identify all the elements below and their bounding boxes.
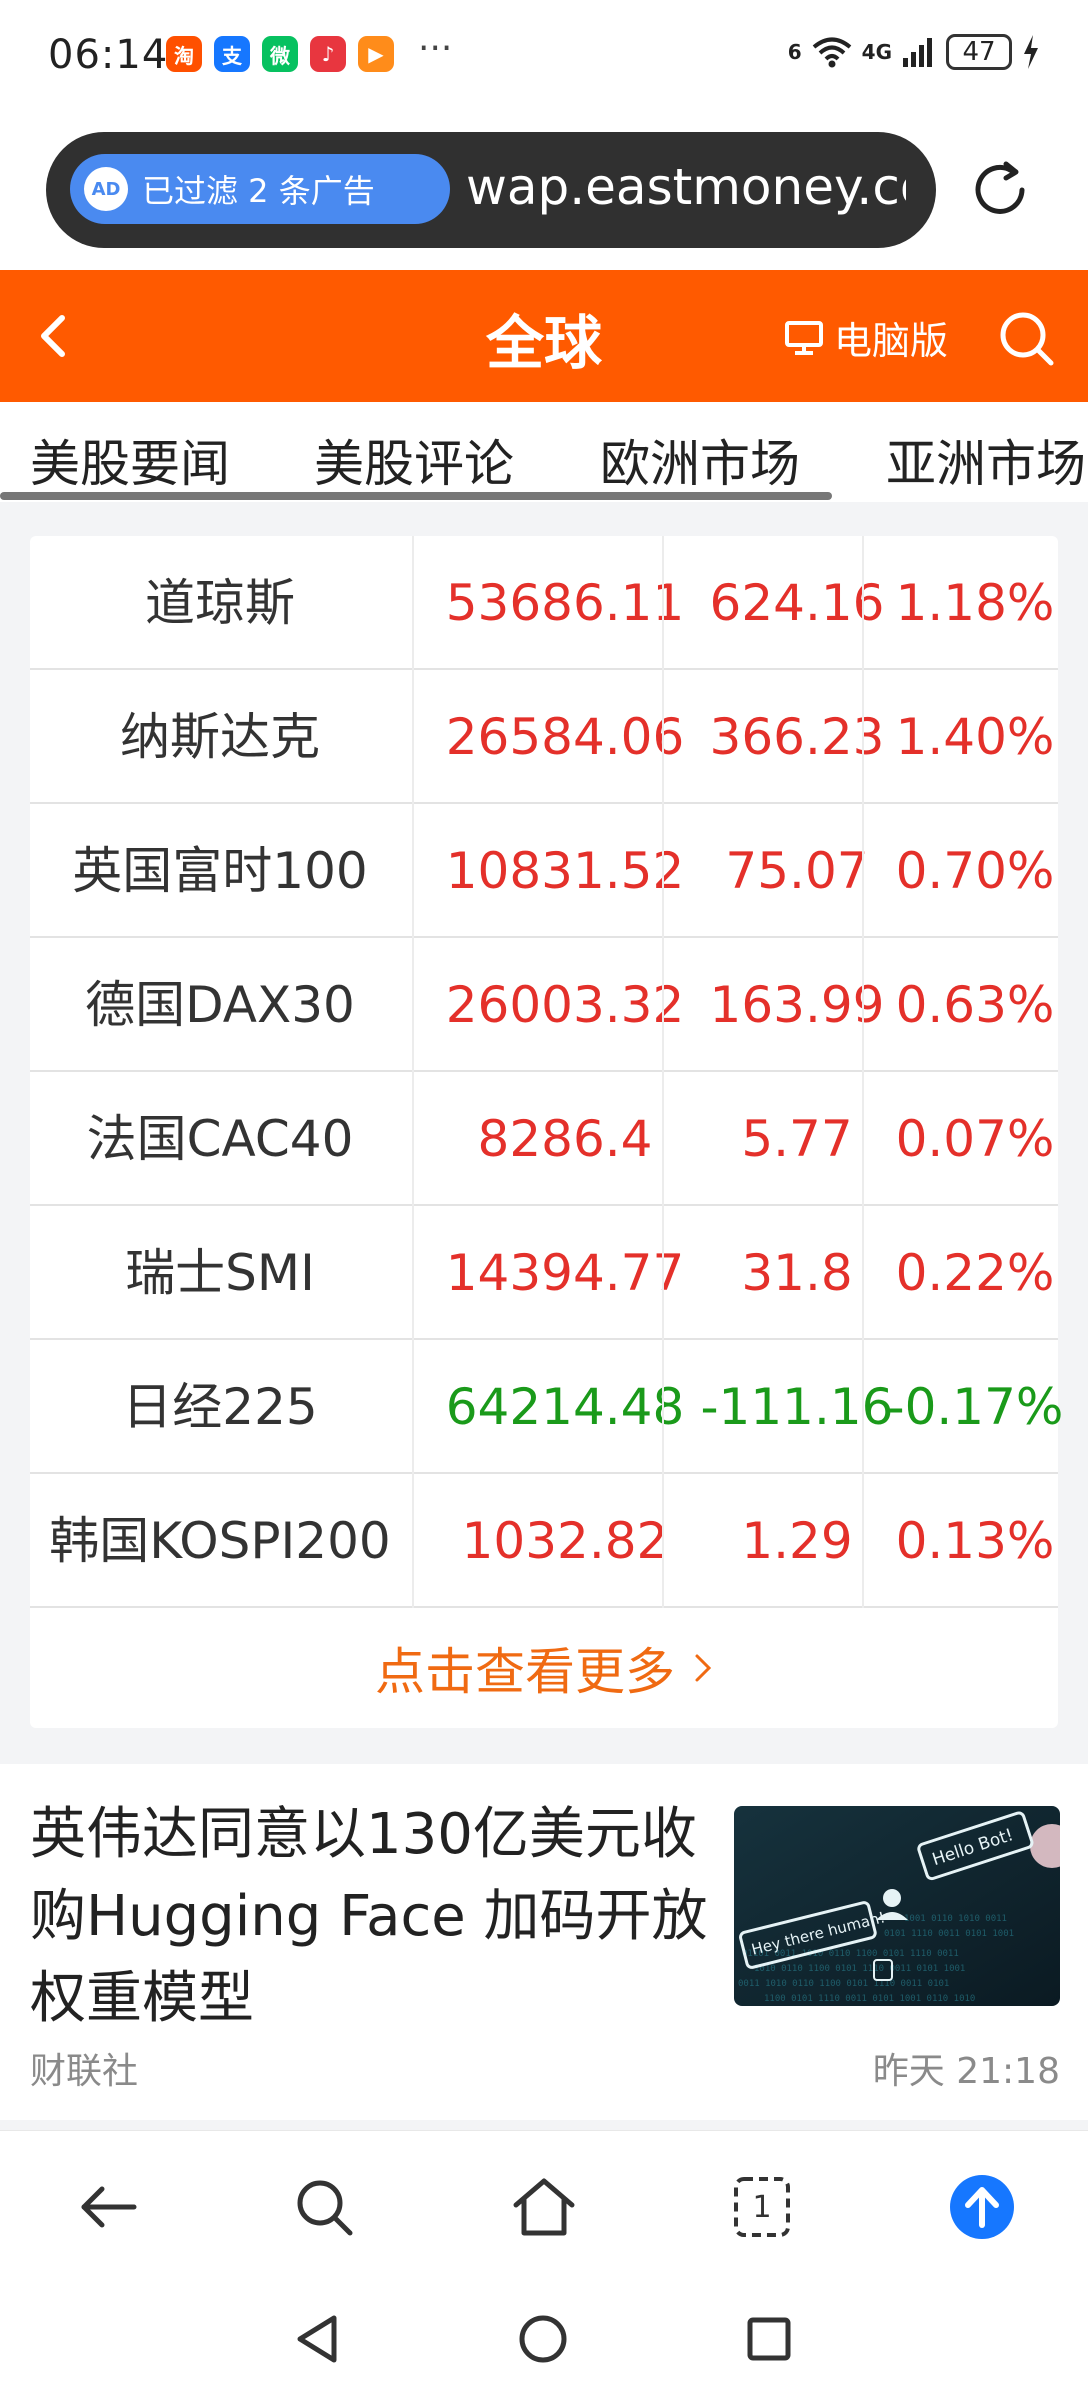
url-text[interactable]: wap.eastmoney.com/: [466, 158, 906, 216]
tab-asia-market[interactable]: 亚洲市场: [886, 424, 1086, 496]
view-more-label: 点击查看更多: [375, 1643, 675, 1701]
ad-block-icon: AD: [84, 167, 128, 211]
arrow-left-icon: [81, 2186, 137, 2228]
more-notifications-icon: ···: [418, 28, 453, 69]
status-time: 06:14: [48, 32, 169, 78]
taobao-icon: 淘: [166, 36, 202, 72]
news-source: 财联社: [30, 2051, 139, 2092]
url-field[interactable]: AD 已过滤 2 条广告 wap.eastmoney.com/: [46, 132, 936, 248]
index-change-percent: 0.63%: [895, 976, 1055, 1034]
chevron-right-icon: [695, 1654, 712, 1682]
wifi-icon: [812, 37, 851, 68]
index-change-percent: 0.13%: [895, 1512, 1055, 1570]
svg-text:0011 1010 0110 1100 0101 1110: 0011 1010 0110 1100 0101 1110 0011 0101: [738, 1979, 949, 1989]
ad-filter-label: 已过滤 2 条广告: [142, 172, 375, 210]
refresh-icon[interactable]: [966, 156, 1034, 224]
pc-version-label: 电脑版: [834, 319, 949, 363]
pc-version-button[interactable]: 电脑版: [784, 310, 948, 365]
page: 06:14 淘支微 ♪ ▶ ··· 6 4G 47 AD 已过滤 2 条广告 w…: [0, 0, 1088, 2400]
monitor-icon: [785, 320, 823, 355]
news-item[interactable]: 英伟达同意以130亿美元收购Hugging Face 加码开放权重模型 0110…: [0, 1764, 1088, 2120]
index-row[interactable]: 法国CAC40 8286.4 5.77 0.07%: [30, 1072, 1058, 1206]
browser-home-button[interactable]: [508, 2171, 580, 2243]
index-name: 英国富时100: [72, 842, 368, 900]
index-name: 韩国KOSPI200: [49, 1512, 391, 1570]
video-icon: ▶: [358, 36, 394, 72]
nav-recents-button[interactable]: [734, 2304, 804, 2374]
square-recents-icon: [747, 2317, 791, 2361]
index-row[interactable]: 纳斯达克 26584.06 366.23 1.40%: [30, 670, 1058, 804]
column-divider: [662, 536, 664, 1608]
search-icon: [297, 2180, 353, 2236]
wechat-icon: 微: [262, 36, 298, 72]
index-row[interactable]: 韩国KOSPI200 1032.82 1.29 0.13%: [30, 1474, 1058, 1608]
browser-address-bar: AD 已过滤 2 条广告 wap.eastmoney.com/: [0, 112, 1088, 270]
status-bar: 06:14 淘支微 ♪ ▶ ··· 6 4G 47: [0, 0, 1088, 112]
svg-text:0101 1110 0011 0101 1001: 0101 1110 0011 0101 1001: [884, 1929, 1014, 1939]
svg-text:1001 0110 1010 0011: 1001 0110 1010 0011: [904, 1914, 1007, 1924]
nav-back-button[interactable]: [282, 2304, 352, 2374]
battery-level: 47: [962, 37, 996, 67]
browser-back-button[interactable]: [72, 2171, 144, 2243]
index-change-percent: 1.40%: [895, 708, 1055, 766]
ad-filter-chip[interactable]: AD 已过滤 2 条广告: [70, 154, 450, 224]
index-name: 德国DAX30: [85, 976, 355, 1034]
wifi-6-label: 6: [787, 40, 802, 64]
music-icon: ♪: [310, 36, 346, 72]
nav-home-button[interactable]: [508, 2304, 578, 2374]
column-divider: [862, 536, 864, 1608]
index-name: 法国CAC40: [86, 1110, 354, 1168]
index-name: 日经225: [122, 1378, 318, 1436]
news-headline[interactable]: 英伟达同意以130亿美元收购Hugging Face 加码开放权重模型: [30, 1794, 710, 2040]
svg-text:1010 0110 1100 0101 1110 0011: 1010 0110 1100 0101 1110 0011 0101 1001: [754, 1964, 965, 1974]
index-row[interactable]: 日经225 64214.48 -111.16 -0.17%: [30, 1340, 1063, 1474]
search-icon[interactable]: [996, 308, 1056, 368]
news-thumbnail[interactable]: 01101 0011 1010 0110 1100 0101 1110 0011…: [734, 1806, 1060, 2006]
scroll-top-button[interactable]: [946, 2171, 1018, 2243]
battery-indicator: 47: [946, 34, 1012, 70]
column-divider: [412, 536, 414, 1608]
browser-toolbar: 1: [0, 2130, 1088, 2282]
alipay-icon: 支: [214, 36, 250, 72]
network-type-label: 4G: [861, 40, 892, 64]
index-name: 纳斯达克: [120, 708, 320, 766]
svg-text:1100 0101 1110 0011 0101 1001: 1100 0101 1110 0011 0101 1001 0110 1010: [764, 1994, 975, 2004]
arrow-up-circle-icon: [950, 2175, 1014, 2239]
index-change-percent: -0.17%: [886, 1378, 1064, 1436]
index-change-percent: 0.07%: [895, 1110, 1055, 1168]
tab-us-commentary[interactable]: 美股评论: [314, 424, 514, 496]
status-right: 6 4G 47: [788, 34, 1040, 70]
system-navigation-bar: [0, 2282, 1088, 2400]
site-header: 全球 电脑版: [0, 270, 1088, 402]
cell-signal-icon: [903, 38, 932, 67]
tab-europe-market[interactable]: 欧洲市场: [600, 424, 800, 496]
browser-tabs-button[interactable]: 1: [726, 2171, 798, 2243]
tab-count: 1: [752, 2189, 772, 2225]
triangle-back-icon: [297, 2315, 337, 2363]
index-name: 道琼斯: [145, 574, 295, 632]
tab-scroll-indicator: [0, 492, 832, 500]
index-change-percent: 0.70%: [895, 842, 1055, 900]
index-row[interactable]: 德国DAX30 26003.32 163.99 0.63%: [30, 938, 1058, 1072]
index-change-percent: 0.22%: [895, 1244, 1055, 1302]
index-name: 瑞士SMI: [125, 1244, 315, 1302]
global-indices-card: 韩国KOSPI200 1032.82 1.29 0.13% 日经225 64214.48-…: [30, 536, 1063, 1728]
circle-home-icon: [519, 2315, 567, 2363]
index-row[interactable]: 瑞士SMI 14394.77 31.8 0.22%: [30, 1206, 1058, 1340]
view-more-button[interactable]: 点击查看更多: [30, 1608, 1058, 1728]
chatbot-illustration: 01101 0011 1010 0110 1100 0101 1110 0011…: [734, 1806, 1060, 2006]
browser-search-button[interactable]: [288, 2171, 360, 2243]
notification-icons: 淘支微 ♪ ▶: [166, 36, 394, 72]
index-change-percent: 1.18%: [895, 574, 1055, 632]
news-time: 昨天 21:18: [872, 2051, 1060, 2092]
index-row[interactable]: 英国富时100 10831.52 75.07 0.70%: [30, 804, 1058, 938]
charging-icon: [1024, 35, 1038, 69]
home-icon: [513, 2178, 575, 2236]
category-tabs: 美股要闻 美股评论 欧洲市场 亚洲市场: [0, 402, 1088, 502]
index-row[interactable]: 道琼斯 53686.11 624.16 1.18%: [30, 536, 1058, 670]
tab-us-news[interactable]: 美股要闻: [30, 424, 230, 496]
